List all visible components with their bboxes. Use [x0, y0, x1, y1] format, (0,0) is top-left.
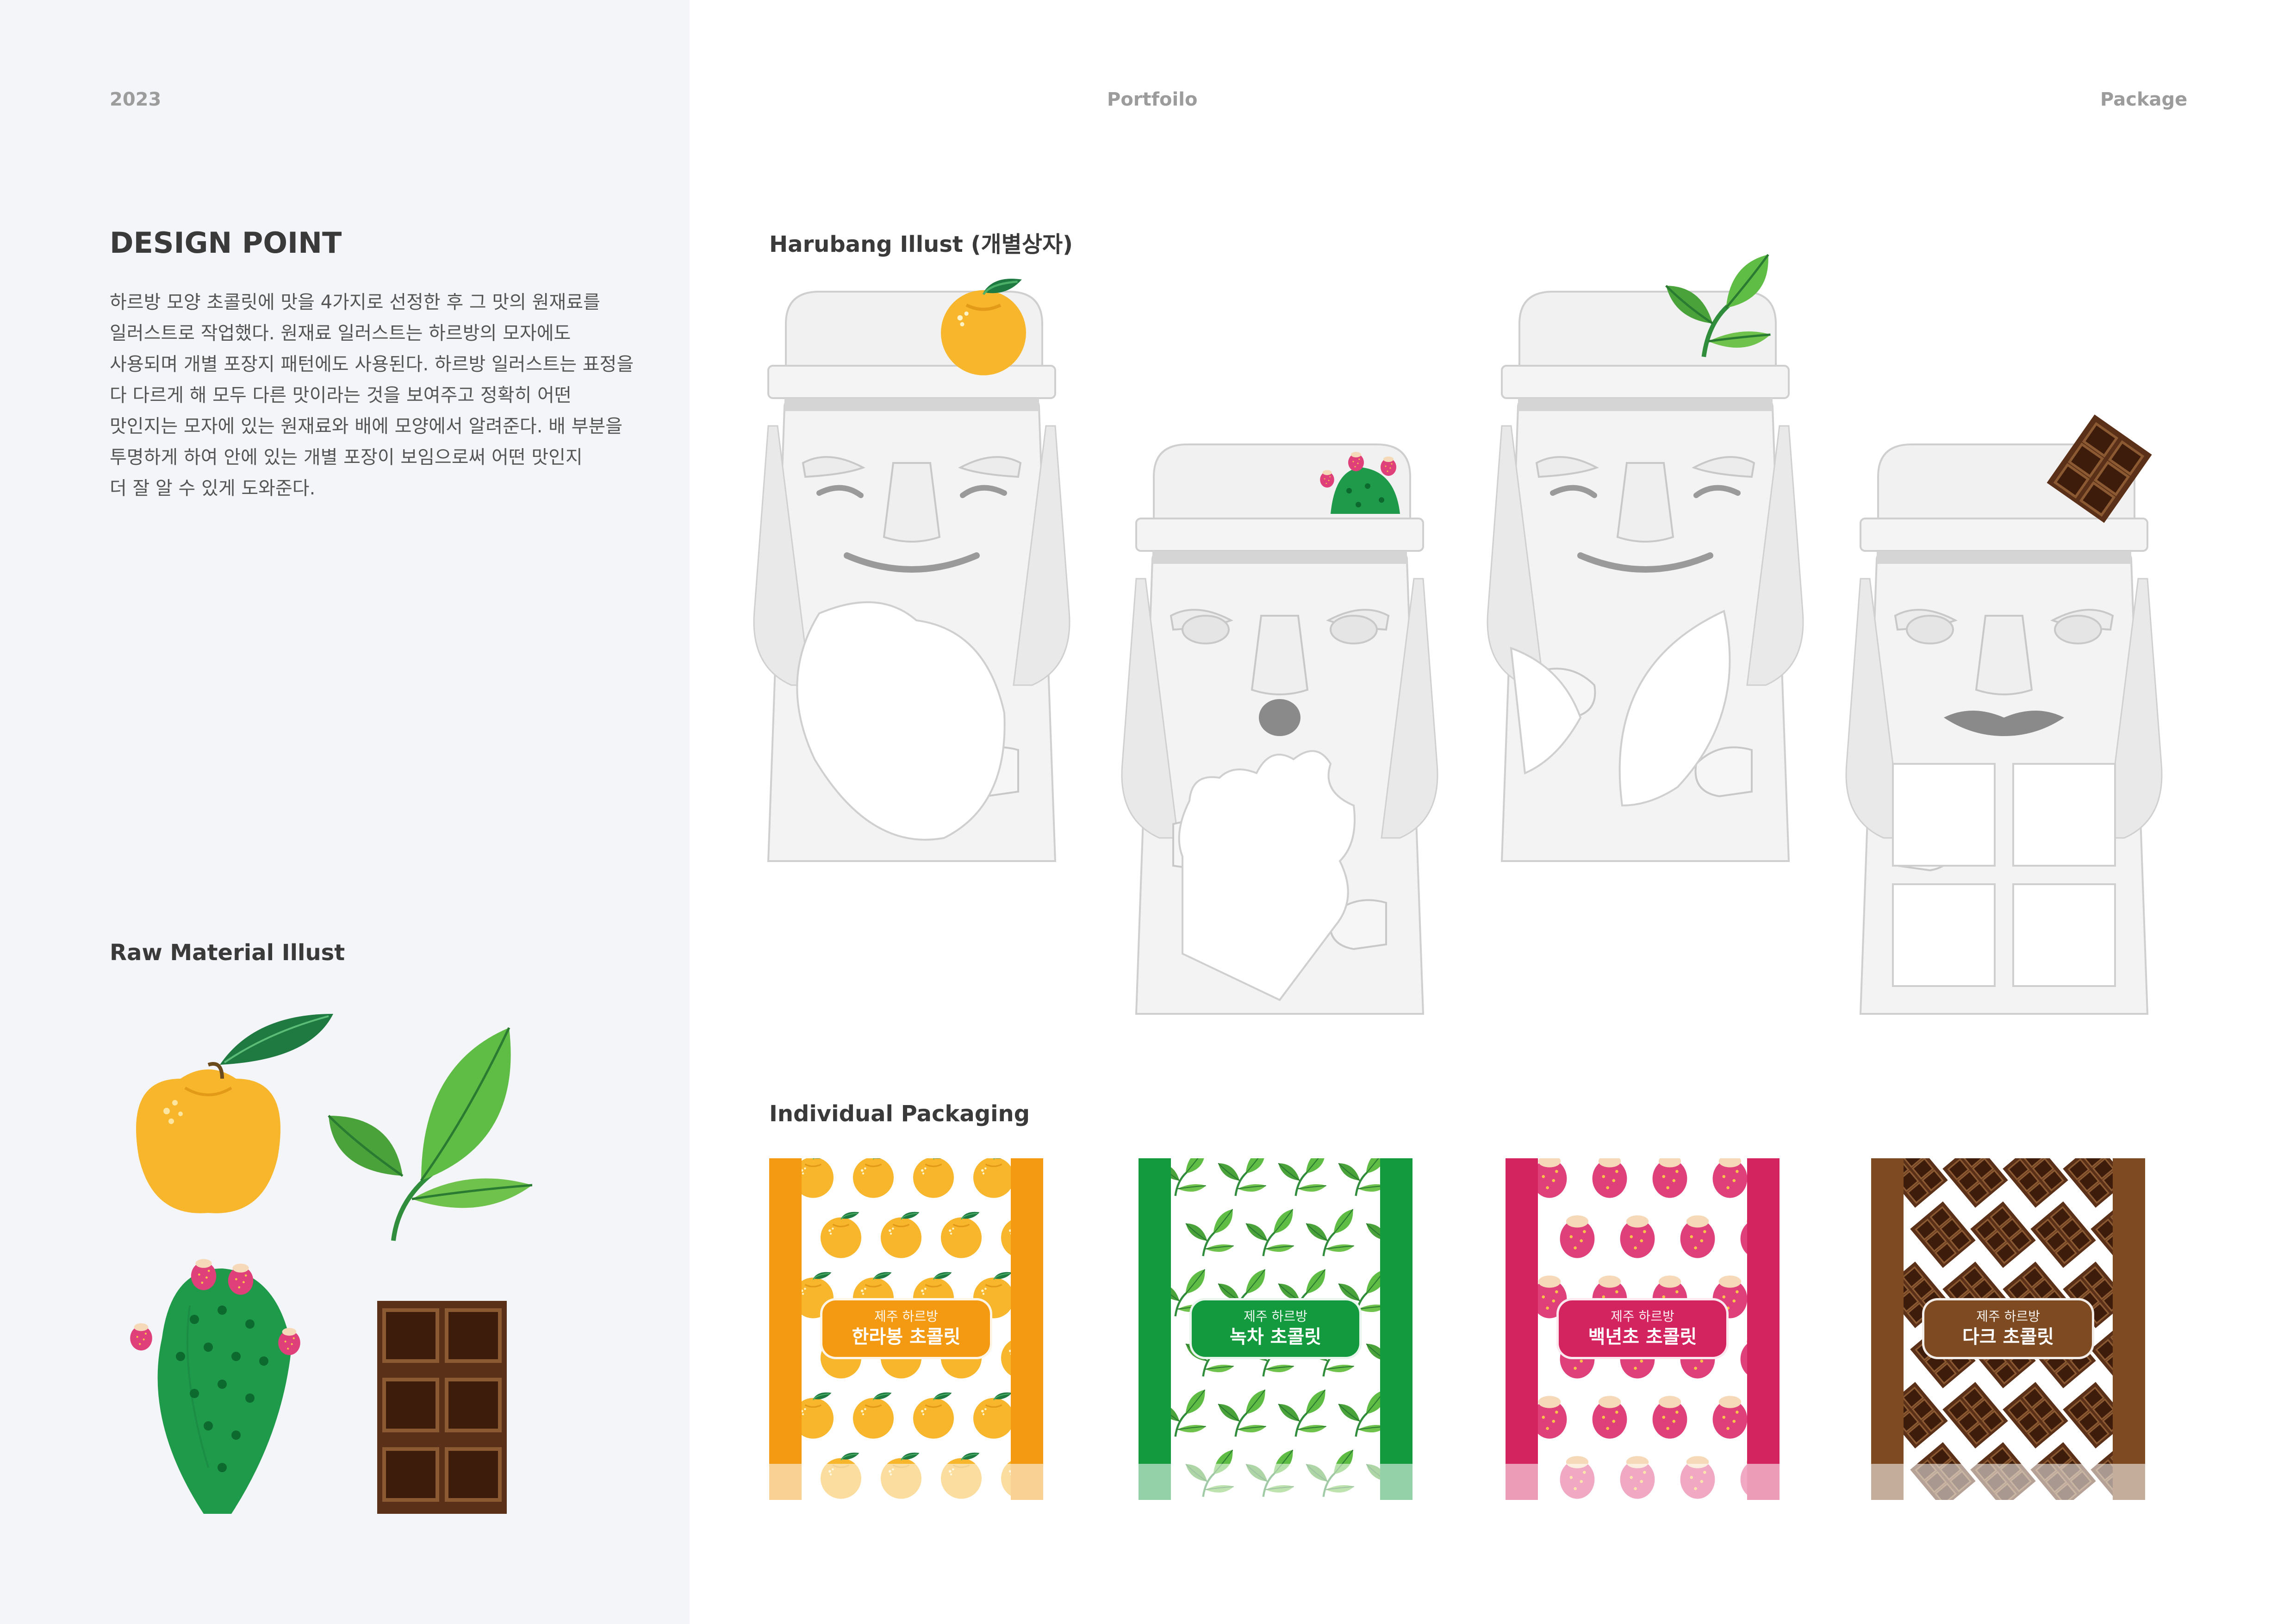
- harubang-statue-hallabong: [753, 287, 1070, 862]
- package-label: 제주 하르방 녹차 초콜릿: [1189, 1298, 1362, 1359]
- description-line: 맛인지는 모자에 있는 원재료와 배에 모양에서 알려준다. 배 부분을: [110, 416, 623, 437]
- surprised-mouth: [1259, 699, 1300, 736]
- header-year: 2023: [110, 89, 162, 110]
- prickly-pear-cactus-illust: [130, 1259, 300, 1514]
- package-hallabong: 제주 하르방 한라봉 초콜릿: [769, 1158, 1043, 1500]
- package-label-name: 녹차 초콜릿: [1230, 1326, 1321, 1348]
- package-label: 제주 하르방 백년초 초콜릿: [1556, 1298, 1729, 1359]
- package-green-tea: 제주 하르방 녹차 초콜릿: [1139, 1158, 1412, 1500]
- description-line: 사용되며 개별 포장지 패턴에도 사용된다. 하르방 일러스트는 표정을: [110, 354, 634, 375]
- package-label-name: 한라봉 초콜릿: [852, 1326, 961, 1348]
- package-dark-chocolate: 제주 하르방 다크 초콜릿: [1871, 1158, 2145, 1500]
- description-line: 일러스트로 작업했다. 원재료 일러스트는 하르방의 모자에도: [110, 323, 571, 344]
- package-label-sub: 제주 하르방: [1976, 1309, 2040, 1324]
- description-line: 투명하게 하여 안에 있는 개별 포장이 보임으로써 어떤 맛인지: [110, 447, 583, 468]
- package-label: 제주 하르방 다크 초콜릿: [1922, 1298, 2094, 1359]
- package-label-name: 다크 초콜릿: [1962, 1326, 2054, 1348]
- header-portfolio: Portfoilo: [1107, 89, 1198, 110]
- hallabong-illust: [136, 1014, 333, 1213]
- harubang-illust-title: Harubang Illust (개별상자): [769, 231, 1073, 257]
- raw-material-illustrations: [130, 1014, 532, 1514]
- header-category: Package: [2100, 89, 2188, 110]
- green-tea-leaf-illust: [328, 1027, 532, 1241]
- raw-material-title: Raw Material Illust: [110, 940, 345, 966]
- package-label: 제주 하르방 한라봉 초콜릿: [820, 1298, 992, 1359]
- description-line: 하르방 모양 초콜릿에 맛을 4가지로 선정한 후 그 맛의 원재료를: [110, 292, 600, 313]
- package-label-sub: 제주 하르방: [1244, 1309, 1307, 1324]
- harubang-statue-prickly-pear: [1121, 443, 1438, 1015]
- harubang-statue-green-tea: [1487, 287, 1804, 862]
- package-label-sub: 제주 하르방: [874, 1309, 938, 1324]
- design-point-description: 하르방 모양 초콜릿에 맛을 4가지로 선정한 후 그 맛의 원재료를 일러스트…: [110, 287, 656, 504]
- harubang-statue-chocolate: [1845, 440, 2163, 1015]
- package-prickly-pear: 제주 하르방 백년초 초콜릿: [1506, 1158, 1780, 1500]
- package-label-name: 백년초 초콜릿: [1588, 1326, 1697, 1348]
- package-label-sub: 제주 하르방: [1611, 1309, 1674, 1324]
- description-line: 더 잘 알 수 있게 도와준다.: [110, 478, 316, 499]
- chocolate-bar-illust: [377, 1301, 507, 1514]
- description-line: 다 다르게 해 모두 다른 맛이라는 것을 보여주고 정확히 어떤: [110, 385, 572, 406]
- design-point-title: DESIGN POINT: [110, 226, 342, 260]
- individual-packaging-title: Individual Packaging: [769, 1101, 1030, 1127]
